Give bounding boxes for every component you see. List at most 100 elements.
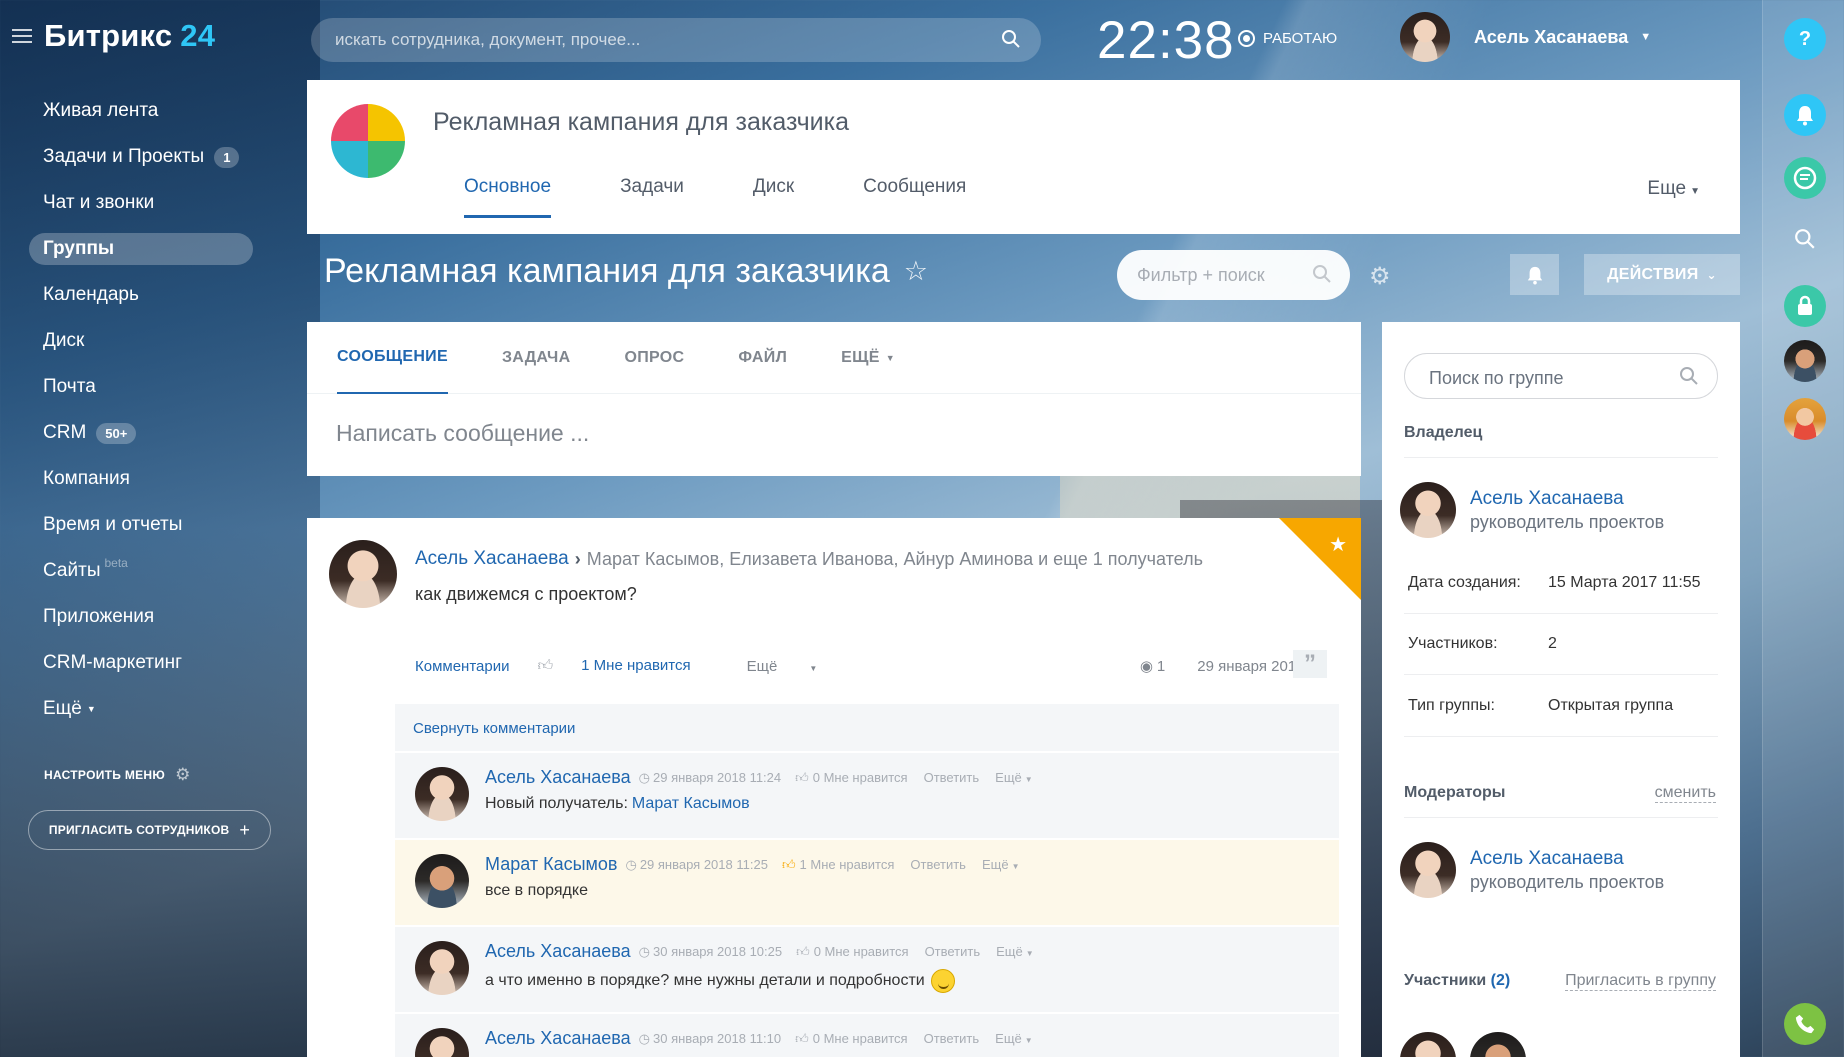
search-icon[interactable] [1784, 218, 1826, 260]
menu-item-tasks[interactable]: Задачи и Проекты 1 [29, 134, 253, 180]
thumb-up-icon: 👍︎ [781, 856, 796, 872]
post-author[interactable]: Асель Хасанаева [415, 548, 569, 570]
global-search-input[interactable]: искать сотрудника, документ, прочее... [311, 18, 1041, 62]
divider [1404, 457, 1718, 458]
reply-button[interactable]: Ответить [925, 944, 981, 959]
avatar[interactable] [1470, 1032, 1526, 1057]
menu-item-groups[interactable]: Группы [29, 233, 254, 265]
clock[interactable]: 22:38 [1097, 10, 1235, 71]
tab-tasks[interactable]: Задачи [620, 176, 684, 234]
like-button[interactable]: 👍︎ 0 Мне нравится [795, 770, 907, 786]
collapse-comments-link[interactable]: Свернуть комментарии [395, 704, 1339, 751]
post-recipients[interactable]: Марат Касымов, Елизавета Иванова, Айнур … [587, 549, 1203, 570]
notifications-button[interactable] [1510, 254, 1559, 295]
post-more-button[interactable]: Ещё ▼ [747, 658, 846, 675]
tab-main[interactable]: Основное [464, 176, 552, 218]
participants-count[interactable]: (2) [1491, 972, 1511, 989]
tab-disk[interactable]: Диск [753, 176, 794, 234]
menu-item-company[interactable]: Компания [29, 456, 253, 502]
tab-poll[interactable]: ОПРОС [624, 322, 684, 394]
help-icon[interactable]: ? [1784, 18, 1826, 60]
group-search-input[interactable]: Поиск по группе [1404, 353, 1718, 399]
recipient-link[interactable]: Марат Касымов [632, 795, 750, 813]
star-icon[interactable]: ★ [1329, 532, 1347, 557]
configure-menu-button[interactable]: НАСТРОИТЬ МЕНЮ ⚙ [44, 765, 191, 785]
comment-more-button[interactable]: Ещё ▼ [996, 944, 1034, 959]
phone-icon[interactable] [1784, 1003, 1826, 1045]
comment-author[interactable]: Асель Хасанаева [485, 1028, 631, 1049]
favorite-corner[interactable] [1279, 518, 1361, 600]
like-button[interactable]: 👍︎ 1 Мне нравится [537, 657, 718, 675]
group-logo[interactable] [331, 104, 405, 178]
avatar[interactable] [415, 767, 469, 821]
avatar[interactable] [1784, 398, 1826, 440]
comment-item: Асель Хасанаева 30 января 2018 11:10 👍︎0… [395, 1013, 1339, 1057]
menu-item-crm[interactable]: CRM 50+ [29, 410, 253, 456]
gear-icon[interactable]: ⚙ [1369, 262, 1391, 291]
comment-more-button[interactable]: Ещё ▼ [982, 857, 1020, 872]
comments-link[interactable]: Комментарии [415, 658, 509, 675]
menu-item-chat[interactable]: Чат и звонки [29, 180, 253, 226]
menu-item-mail[interactable]: Почта [29, 364, 253, 410]
menu-item-apps[interactable]: Приложения [29, 594, 253, 640]
divider [1404, 817, 1718, 818]
comment-time[interactable]: 30 января 2018 11:10 [639, 1031, 781, 1047]
comment-more-button[interactable]: Ещё ▼ [995, 1031, 1033, 1046]
comment-author[interactable]: Асель Хасанаева [485, 767, 631, 788]
like-button[interactable]: 👍︎ 0 Мне нравится [795, 1031, 907, 1047]
chat-icon[interactable] [1784, 157, 1826, 199]
comment-text: все в порядке [485, 882, 588, 899]
chevron-down-icon: ▼ [1024, 775, 1033, 784]
avatar[interactable] [329, 540, 397, 608]
avatar[interactable] [415, 941, 469, 995]
divider [1404, 613, 1718, 614]
avatar[interactable] [1784, 340, 1826, 382]
avatar[interactable] [1400, 1032, 1456, 1057]
user-menu[interactable]: Асель Хасанаева ▼ [1400, 12, 1651, 62]
menu-item-more[interactable]: Ещё ▼ [29, 686, 253, 732]
lock-icon[interactable] [1784, 285, 1826, 327]
tab-task[interactable]: ЗАДАЧА [502, 322, 571, 394]
tab-message[interactable]: СООБЩЕНИЕ [337, 322, 448, 394]
like-button[interactable]: 👍︎ 1 Мне нравится [782, 857, 894, 873]
owner-name[interactable]: Асель Хасанаева [1470, 488, 1664, 510]
comment-time[interactable]: 29 января 2018 11:24 [639, 770, 781, 786]
tab-form-more[interactable]: ЕЩЁ ▼ [841, 322, 895, 394]
change-moderators-link[interactable]: сменить [1654, 784, 1716, 803]
menu-item-crm-marketing[interactable]: CRM-маркетинг [29, 640, 253, 686]
comment-author[interactable]: Асель Хасанаева [485, 941, 631, 962]
message-input[interactable]: Написать сообщение ... [307, 394, 1361, 473]
invite-employees-button[interactable]: ПРИГЛАСИТЬ СОТРУДНИКОВ + [28, 810, 271, 850]
tab-more[interactable]: Еще ▼ [1647, 178, 1700, 200]
avatar[interactable] [415, 1028, 469, 1057]
comment-author[interactable]: Марат Касымов [485, 854, 617, 875]
menu-item-disk[interactable]: Диск [29, 318, 253, 364]
star-icon[interactable]: ☆ [904, 256, 928, 287]
actions-button[interactable]: ДЕЙСТВИЯ ⌄ [1584, 254, 1740, 295]
reply-button[interactable]: Ответить [924, 770, 980, 785]
comment-time[interactable]: 30 января 2018 10:25 [639, 944, 782, 960]
smiley-icon [930, 969, 955, 993]
filter-search-input[interactable]: Фильтр + поиск [1117, 250, 1350, 300]
reply-button[interactable]: Ответить [910, 857, 966, 872]
menu-item-sites[interactable]: Сайты beta [29, 548, 253, 594]
avatar[interactable] [415, 854, 469, 908]
tab-messages[interactable]: Сообщения [863, 176, 966, 234]
moderator-person[interactable]: Асель Хасанаева руководитель проектов [1400, 842, 1664, 898]
owner-person[interactable]: Асель Хасанаева руководитель проектов [1400, 482, 1664, 538]
like-button[interactable]: 👍︎ 0 Мне нравится [796, 944, 908, 960]
menu-burger-icon[interactable] [12, 29, 32, 43]
quote-icon[interactable]: ” [1293, 650, 1327, 678]
bell-icon[interactable] [1784, 94, 1826, 136]
logo[interactable]: Битрикс 24 [44, 18, 215, 54]
comment-more-button[interactable]: Ещё ▼ [995, 770, 1033, 785]
menu-item-feed[interactable]: Живая лента [29, 88, 253, 134]
invite-to-group-link[interactable]: Пригласить в группу [1565, 972, 1716, 991]
menu-item-calendar[interactable]: Календарь [29, 272, 253, 318]
moderator-name[interactable]: Асель Хасанаева [1470, 848, 1664, 870]
tab-file[interactable]: ФАЙЛ [738, 322, 787, 394]
menu-item-time[interactable]: Время и отчеты [29, 502, 253, 548]
reply-button[interactable]: Ответить [924, 1031, 980, 1046]
comment-time[interactable]: 29 января 2018 11:25 [625, 857, 768, 873]
work-status-button[interactable]: РАБОТАЮ [1238, 30, 1337, 47]
